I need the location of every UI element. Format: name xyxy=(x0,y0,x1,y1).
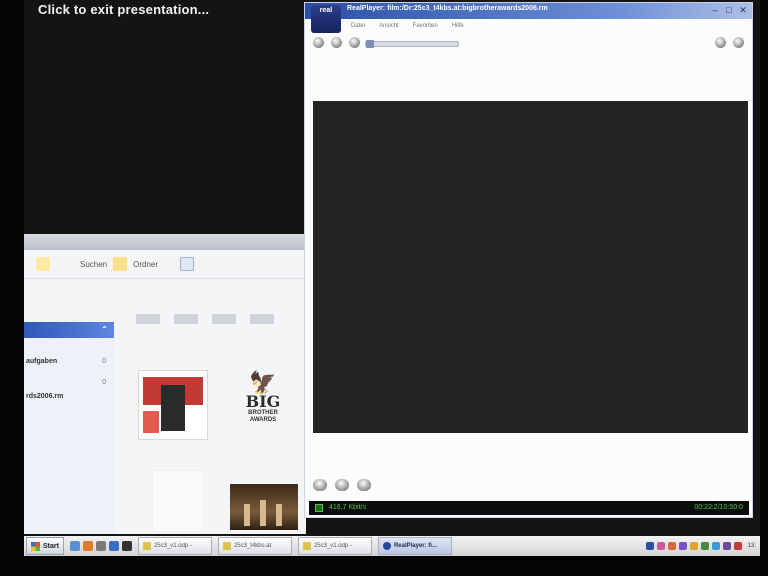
tray-icon[interactable] xyxy=(656,542,665,550)
explorer-titlebar[interactable] xyxy=(24,234,306,250)
folders-icon[interactable] xyxy=(113,257,128,271)
explorer-task-pane: ⌃ aufgaben 0 0 rds2006.rm xyxy=(24,322,114,534)
system-tray: 13: xyxy=(645,542,760,550)
menu-favoriten[interactable]: Favoriten xyxy=(413,23,438,29)
tray-icon[interactable] xyxy=(689,542,698,550)
start-button[interactable]: Start xyxy=(26,537,64,555)
settings-icon[interactable] xyxy=(733,37,744,48)
taskbar-item-presentation-1[interactable]: 25c3_v1.odp - xyxy=(137,537,212,555)
thumbnail-placeholder[interactable] xyxy=(250,314,274,324)
tray-icon[interactable] xyxy=(733,542,742,550)
playing-indicator-icon xyxy=(315,504,323,512)
start-label: Start xyxy=(43,542,59,550)
playback-controls xyxy=(313,479,371,495)
stop-icon[interactable] xyxy=(357,479,371,491)
realplayer-icon xyxy=(382,542,391,550)
thumbnail-photo[interactable] xyxy=(230,484,298,530)
volume-icon[interactable] xyxy=(715,37,726,48)
back-icon[interactable] xyxy=(313,37,324,48)
tray-icon[interactable] xyxy=(700,542,709,550)
document-icon xyxy=(302,542,311,550)
minimize-icon[interactable]: – xyxy=(710,5,720,15)
thumbnail-placeholder[interactable] xyxy=(212,314,236,324)
play-icon[interactable] xyxy=(313,479,327,491)
menu-ansicht[interactable]: Ansicht xyxy=(379,23,399,29)
realplayer-window: RealPlayer: film:/Dr:25c3_t4kbs.at:bigbr… xyxy=(304,2,753,518)
slider-handle[interactable] xyxy=(366,40,374,48)
details-file-name: rds2006.rm xyxy=(26,393,64,400)
tray-icon[interactable] xyxy=(667,542,676,550)
home-icon[interactable] xyxy=(349,37,360,48)
quick-launch xyxy=(69,541,132,551)
quick-launch-icon[interactable] xyxy=(95,541,106,551)
thumbnail-big-brother-awards-logo[interactable]: 🦅 BIG BROTHER AWARDS xyxy=(230,372,296,438)
real-logo: real xyxy=(311,5,341,33)
video-display[interactable] xyxy=(313,101,748,433)
player-toolbar xyxy=(305,33,752,53)
windows-logo-icon xyxy=(31,541,40,551)
explorer-toolbar: Suchen Ordner xyxy=(24,250,306,279)
folders-button[interactable]: Ordner xyxy=(133,260,158,269)
menu-bar: Datei Ansicht Favoriten Hilfe xyxy=(305,19,752,33)
task-link-aufgaben[interactable]: aufgaben 0 xyxy=(24,344,114,365)
status-bar: 416.7 Kbit/s 00:22:2/10:50:0 xyxy=(309,501,749,515)
task-label: 25c3_v1.odp - xyxy=(153,543,192,549)
position-slider[interactable] xyxy=(365,40,459,48)
taskbar-item-realplayer[interactable]: RealPlayer: fi... xyxy=(377,537,452,555)
menu-datei[interactable]: Datei xyxy=(351,23,365,29)
quick-launch-icon[interactable] xyxy=(121,541,132,551)
thumbnail-header-strip xyxy=(136,314,306,328)
task-link-count: 0 xyxy=(102,358,106,365)
task-link-2[interactable]: 0 xyxy=(24,365,114,386)
exit-presentation-hint[interactable]: Click to exit presentation... xyxy=(38,2,209,17)
chevron-up-icon[interactable]: ⌃ xyxy=(101,322,108,338)
address-bar[interactable] xyxy=(24,279,306,297)
window-title: RealPlayer: film:/Dr:25c3_t4kbs.at:bigbr… xyxy=(347,5,548,12)
tray-icon[interactable] xyxy=(645,542,654,550)
eagle-icon: 🦅 xyxy=(249,370,277,395)
task-pane-header[interactable]: ⌃ xyxy=(24,322,114,338)
realplayer-titlebar[interactable]: RealPlayer: film:/Dr:25c3_t4kbs.at:bigbr… xyxy=(305,3,752,19)
tray-icon[interactable] xyxy=(722,542,731,550)
tray-icon[interactable] xyxy=(678,542,687,550)
time-readout: 00:22:2/10:50:0 xyxy=(694,504,743,511)
screen-bezel-bottom xyxy=(0,556,768,576)
views-icon[interactable] xyxy=(180,257,195,271)
file-explorer-window: Suchen Ordner ⌃ aufgaben 0 0 rds2006.rm … xyxy=(24,234,306,534)
bitrate-readout: 416.7 Kbit/s xyxy=(329,504,366,511)
thumbnail-placeholder[interactable] xyxy=(174,314,198,324)
document-icon xyxy=(142,542,151,550)
maximize-icon[interactable]: □ xyxy=(724,5,734,15)
menu-hilfe[interactable]: Hilfe xyxy=(452,23,464,29)
forward-icon[interactable] xyxy=(331,37,342,48)
quick-launch-icon[interactable] xyxy=(82,541,93,551)
folder-up-icon[interactable] xyxy=(36,257,50,271)
task-label: RealPlayer: fi... xyxy=(393,543,437,549)
task-label: 25c3_v1.odp - xyxy=(313,543,352,549)
taskbar: Start 25c3_v1.odp - 25c3_t4kbs.at 25c3_v… xyxy=(24,536,760,556)
quick-launch-icon[interactable] xyxy=(69,541,80,551)
details-text xyxy=(24,400,114,412)
big-logo-lettering: BIG xyxy=(245,392,281,411)
taskbar-item-folder[interactable]: 25c3_t4kbs.at xyxy=(217,537,292,555)
window-controls: – □ ✕ xyxy=(710,5,748,15)
thumbnail-blank[interactable] xyxy=(152,470,204,532)
task-label: 25c3_t4kbs.at xyxy=(233,543,272,549)
thumbnail-red-image[interactable] xyxy=(138,370,208,440)
task-link-label: aufgaben xyxy=(26,358,58,365)
pause-icon[interactable] xyxy=(335,479,349,491)
brother-awards-logo-lettering: BROTHER AWARDS xyxy=(248,410,278,423)
screen-bezel-left xyxy=(0,0,24,576)
quick-launch-icon[interactable] xyxy=(108,541,119,551)
close-icon[interactable]: ✕ xyxy=(738,5,748,15)
screen-bezel-right xyxy=(760,0,768,576)
folder-icon xyxy=(222,542,231,550)
thumbnail-placeholder[interactable] xyxy=(136,314,160,324)
taskbar-item-presentation-2[interactable]: 25c3_v1.odp - xyxy=(297,537,372,555)
tray-icon[interactable] xyxy=(711,542,720,550)
search-button[interactable]: Suchen xyxy=(80,260,107,269)
clock[interactable]: 13: xyxy=(748,543,756,549)
